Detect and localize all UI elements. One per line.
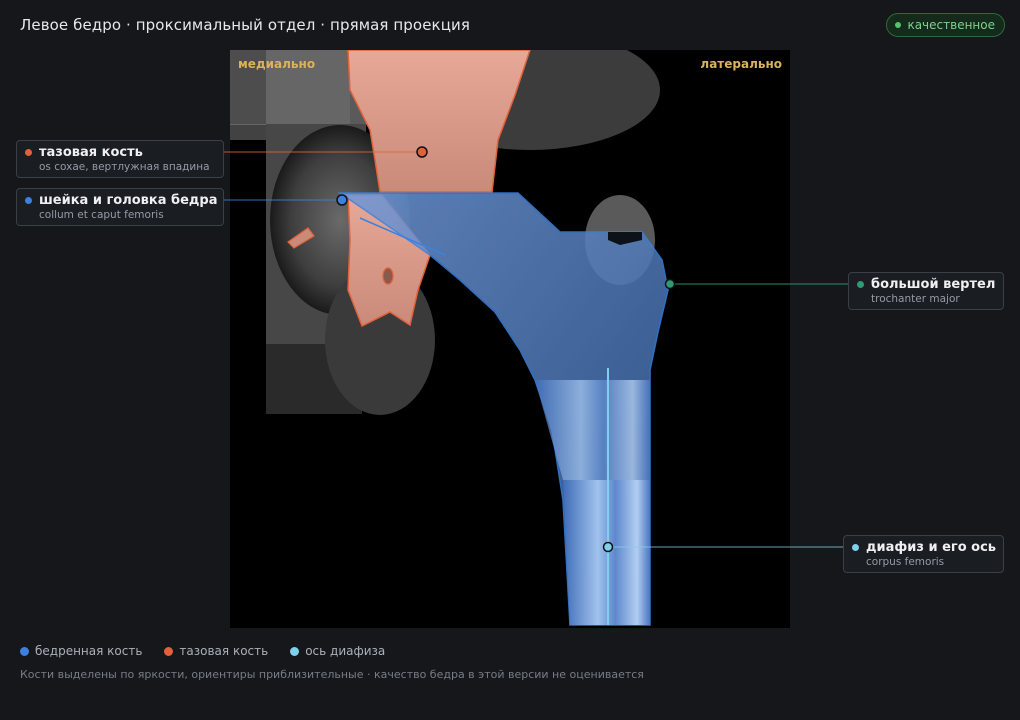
xray-image[interactable]: медиально латерально xyxy=(230,50,790,628)
callout-shaft[interactable]: диафиз и его ось corpus femoris xyxy=(843,535,1004,573)
callout-trochanter[interactable]: большой вертел trochanter major xyxy=(848,272,1004,310)
callout-shaft-name: диафиз и его ось xyxy=(866,540,997,555)
pelvis-swatch-icon xyxy=(164,646,174,656)
callout-trochanter-name: большой вертел xyxy=(871,277,996,292)
legend-axis-label: ось диафиза xyxy=(305,644,386,658)
status-dot-icon xyxy=(895,22,902,28)
legend: бедренная кость тазовая кость ось диафиз… xyxy=(20,644,385,658)
pelvis-dot-icon xyxy=(25,149,32,156)
xray-drawing xyxy=(230,50,669,626)
quality-badge: качественное xyxy=(886,13,1005,37)
callout-shaft-latin: corpus femoris xyxy=(866,556,945,568)
footnote: Кости выделены по яркости, ориентиры при… xyxy=(20,668,644,681)
legend-pelvis-label: тазовая кость xyxy=(179,644,269,658)
legend-femur-label: бедренная кость xyxy=(35,644,143,658)
orientation-lateral-label: латерально xyxy=(700,57,782,71)
legend-item-pelvis: тазовая кость xyxy=(164,644,268,658)
legend-item-femur: бедренная кость xyxy=(20,644,142,658)
callout-pelvis-name: тазовая кость xyxy=(39,145,143,160)
viewer-root: Левое бедро · проксимальный отдел · прям… xyxy=(0,0,1020,720)
quality-badge-label: качественное xyxy=(907,18,995,32)
legend-item-axis: ось диафиза xyxy=(290,644,385,658)
callout-pelvis-latin: os coxae, вертлужная впадина xyxy=(39,161,210,173)
orientation-medial-label: медиально xyxy=(238,57,316,71)
callout-neck-name: шейка и головка бедра xyxy=(39,193,218,208)
callout-femoral-neck[interactable]: шейка и головка бедра collum et caput fe… xyxy=(16,188,224,226)
callout-neck-latin: collum et caput femoris xyxy=(39,209,164,221)
page-title: Левое бедро · проксимальный отдел · прям… xyxy=(20,16,470,34)
neck-dot-icon xyxy=(25,197,32,204)
callout-trochanter-latin: trochanter major xyxy=(871,293,960,305)
callout-pelvis[interactable]: тазовая кость os coxae, вертлужная впади… xyxy=(16,140,224,178)
femur-swatch-icon xyxy=(20,646,29,656)
shaft-dot-icon xyxy=(852,544,859,551)
axis-swatch-icon xyxy=(290,646,300,656)
trochanter-dot-icon xyxy=(857,281,864,288)
